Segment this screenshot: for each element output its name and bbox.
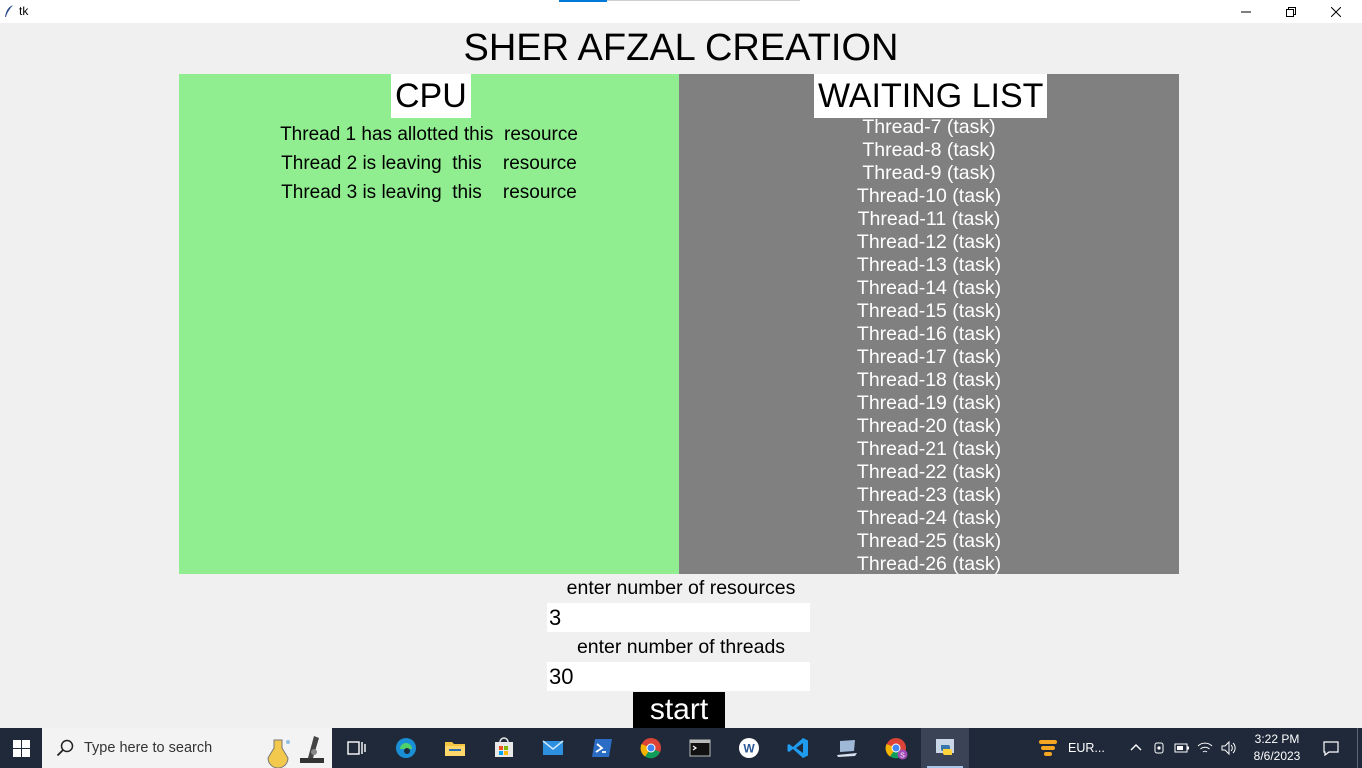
search-placeholder: Type here to search — [84, 740, 213, 756]
start-menu-button[interactable] — [0, 728, 42, 768]
waiting-list-item: Thread-15 (task) — [856, 300, 1002, 322]
tk-feather-icon — [5, 5, 13, 17]
terminal-icon — [689, 739, 711, 757]
restore-button[interactable] — [1268, 0, 1314, 23]
waiting-list-item: Thread-13 (task) — [856, 254, 1002, 276]
close-button[interactable] — [1313, 0, 1359, 23]
waiting-list-label: WAITING LIST — [814, 74, 1048, 118]
waiting-list-item: Thread-25 (task) — [856, 530, 1002, 552]
powershell-icon — [592, 739, 612, 757]
resources-label: enter number of resources — [566, 577, 796, 599]
python-icon — [936, 739, 954, 755]
file-explorer-icon — [445, 742, 465, 756]
volume-icon[interactable] — [1220, 740, 1236, 756]
waiting-list-items: Thread-7 (task) Thread-8 (task) Thread-9 (… — [679, 116, 1179, 574]
waiting-list-item: Thread-19 (task) — [856, 392, 1002, 414]
weather-widget[interactable]: EUR... — [1036, 728, 1105, 768]
close-icon — [1331, 6, 1341, 17]
word-icon: W — [739, 738, 759, 758]
search-icon — [56, 739, 74, 757]
store-icon — [495, 737, 513, 757]
chrome-icon — [640, 738, 661, 759]
taskbar-powershell[interactable] — [578, 728, 626, 768]
waiting-list-item: Thread-10 (task) — [856, 185, 1002, 207]
taskbar-terminal[interactable] — [676, 728, 724, 768]
cpu-line: Thread 2 is leaving this resource — [281, 153, 577, 174]
taskbar-chrome-profile[interactable]: S — [872, 728, 920, 768]
waiting-list-item: Thread-18 (task) — [856, 369, 1002, 391]
waiting-list-item: Thread-22 (task) — [856, 461, 1002, 483]
chrome-profile-icon: S — [885, 738, 908, 760]
waiting-list-item: Thread-23 (task) — [856, 484, 1002, 506]
laptop-app-icon — [837, 740, 857, 757]
waiting-list-item: Thread-20 (task) — [856, 415, 1002, 437]
show-desktop-button[interactable] — [1357, 728, 1358, 768]
taskbar-laptop-app[interactable] — [823, 728, 871, 768]
mail-icon — [542, 740, 564, 755]
cpu-line: Thread 3 is leaving this resource — [281, 182, 577, 203]
waiting-list-item: Thread-21 (task) — [856, 438, 1002, 460]
taskbar-chrome[interactable] — [627, 728, 675, 768]
threads-input[interactable] — [547, 662, 810, 691]
waiting-list-panel: WAITING LIST Thread-7 (task) Thread-8 (ta… — [679, 74, 1179, 574]
page-title: SHER AFZAL CREATION — [463, 27, 899, 69]
system-tray — [1128, 728, 1243, 768]
clock-time: 3:22 PM — [1254, 732, 1300, 746]
cpu-label: CPU — [391, 74, 471, 118]
taskbar-search-box[interactable]: Type here to search — [42, 728, 332, 768]
start-button[interactable]: start — [633, 692, 725, 728]
waiting-list-item: Thread-8 (task) — [862, 139, 996, 161]
battery-icon[interactable] — [1174, 740, 1190, 756]
threads-label: enter number of threads — [576, 636, 786, 658]
taskbar-clock[interactable]: 3:22 PM 8/6/2023 — [1248, 731, 1306, 765]
restore-icon — [1286, 6, 1296, 17]
svg-text:S: S — [900, 752, 905, 759]
notification-center-button[interactable] — [1316, 728, 1346, 768]
taskbar-edge[interactable] — [382, 728, 430, 768]
waiting-list-item: Thread-7 (task) — [862, 116, 996, 138]
cpu-lines: Thread 1 has allotted this resource Thre… — [179, 120, 679, 207]
svg-text:W: W — [743, 742, 755, 756]
task-view-button[interactable] — [332, 728, 380, 768]
waiting-list-item: Thread-16 (task) — [856, 323, 1002, 345]
waiting-list-item: Thread-12 (task) — [856, 231, 1002, 253]
weather-text: EUR... — [1068, 741, 1105, 755]
chevron-up-icon[interactable] — [1128, 740, 1144, 756]
wifi-icon[interactable] — [1197, 740, 1213, 756]
window-title: tk — [19, 4, 29, 18]
waiting-list-item: Thread-17 (task) — [856, 346, 1002, 368]
meet-now-icon[interactable] — [1151, 740, 1167, 756]
taskbar-word-app[interactable]: W — [725, 728, 773, 768]
edge-icon — [396, 738, 416, 758]
waiting-list-item: Thread-14 (task) — [856, 277, 1002, 299]
waiting-list-item: Thread-24 (task) — [856, 507, 1002, 529]
taskbar: Type here to search W S EUR... 3:22 PM 8… — [0, 728, 1362, 768]
minimize-button[interactable] — [1223, 0, 1269, 23]
taskbar-mail[interactable] — [529, 728, 577, 768]
clock-date: 8/6/2023 — [1253, 749, 1301, 763]
waiting-list-item: Thread-11 (task) — [857, 208, 1001, 230]
vscode-icon — [787, 738, 808, 758]
taskbar-store[interactable] — [480, 728, 528, 768]
taskbar-file-explorer[interactable] — [431, 728, 479, 768]
notification-icon — [1323, 741, 1339, 757]
task-view-icon — [347, 741, 366, 755]
cpu-panel: CPU Thread 1 has allotted this resource … — [179, 74, 679, 574]
taskbar-vscode[interactable] — [774, 728, 822, 768]
windows-logo-icon — [12, 739, 30, 757]
search-highlight-illustration-icon — [267, 736, 324, 768]
resources-input[interactable] — [547, 603, 810, 632]
weather-icon — [1039, 740, 1057, 756]
titlebar-line — [607, 0, 800, 1]
minimize-icon — [1241, 11, 1251, 12]
titlebar-accent-line — [559, 0, 607, 2]
waiting-list-item: Thread-26 (task) — [856, 553, 1002, 574]
taskbar-python[interactable] — [921, 728, 969, 768]
waiting-list-item: Thread-9 (task) — [862, 162, 996, 184]
cpu-line: Thread 1 has allotted this resource — [280, 124, 578, 145]
window-titlebar: tk — [0, 0, 1362, 23]
